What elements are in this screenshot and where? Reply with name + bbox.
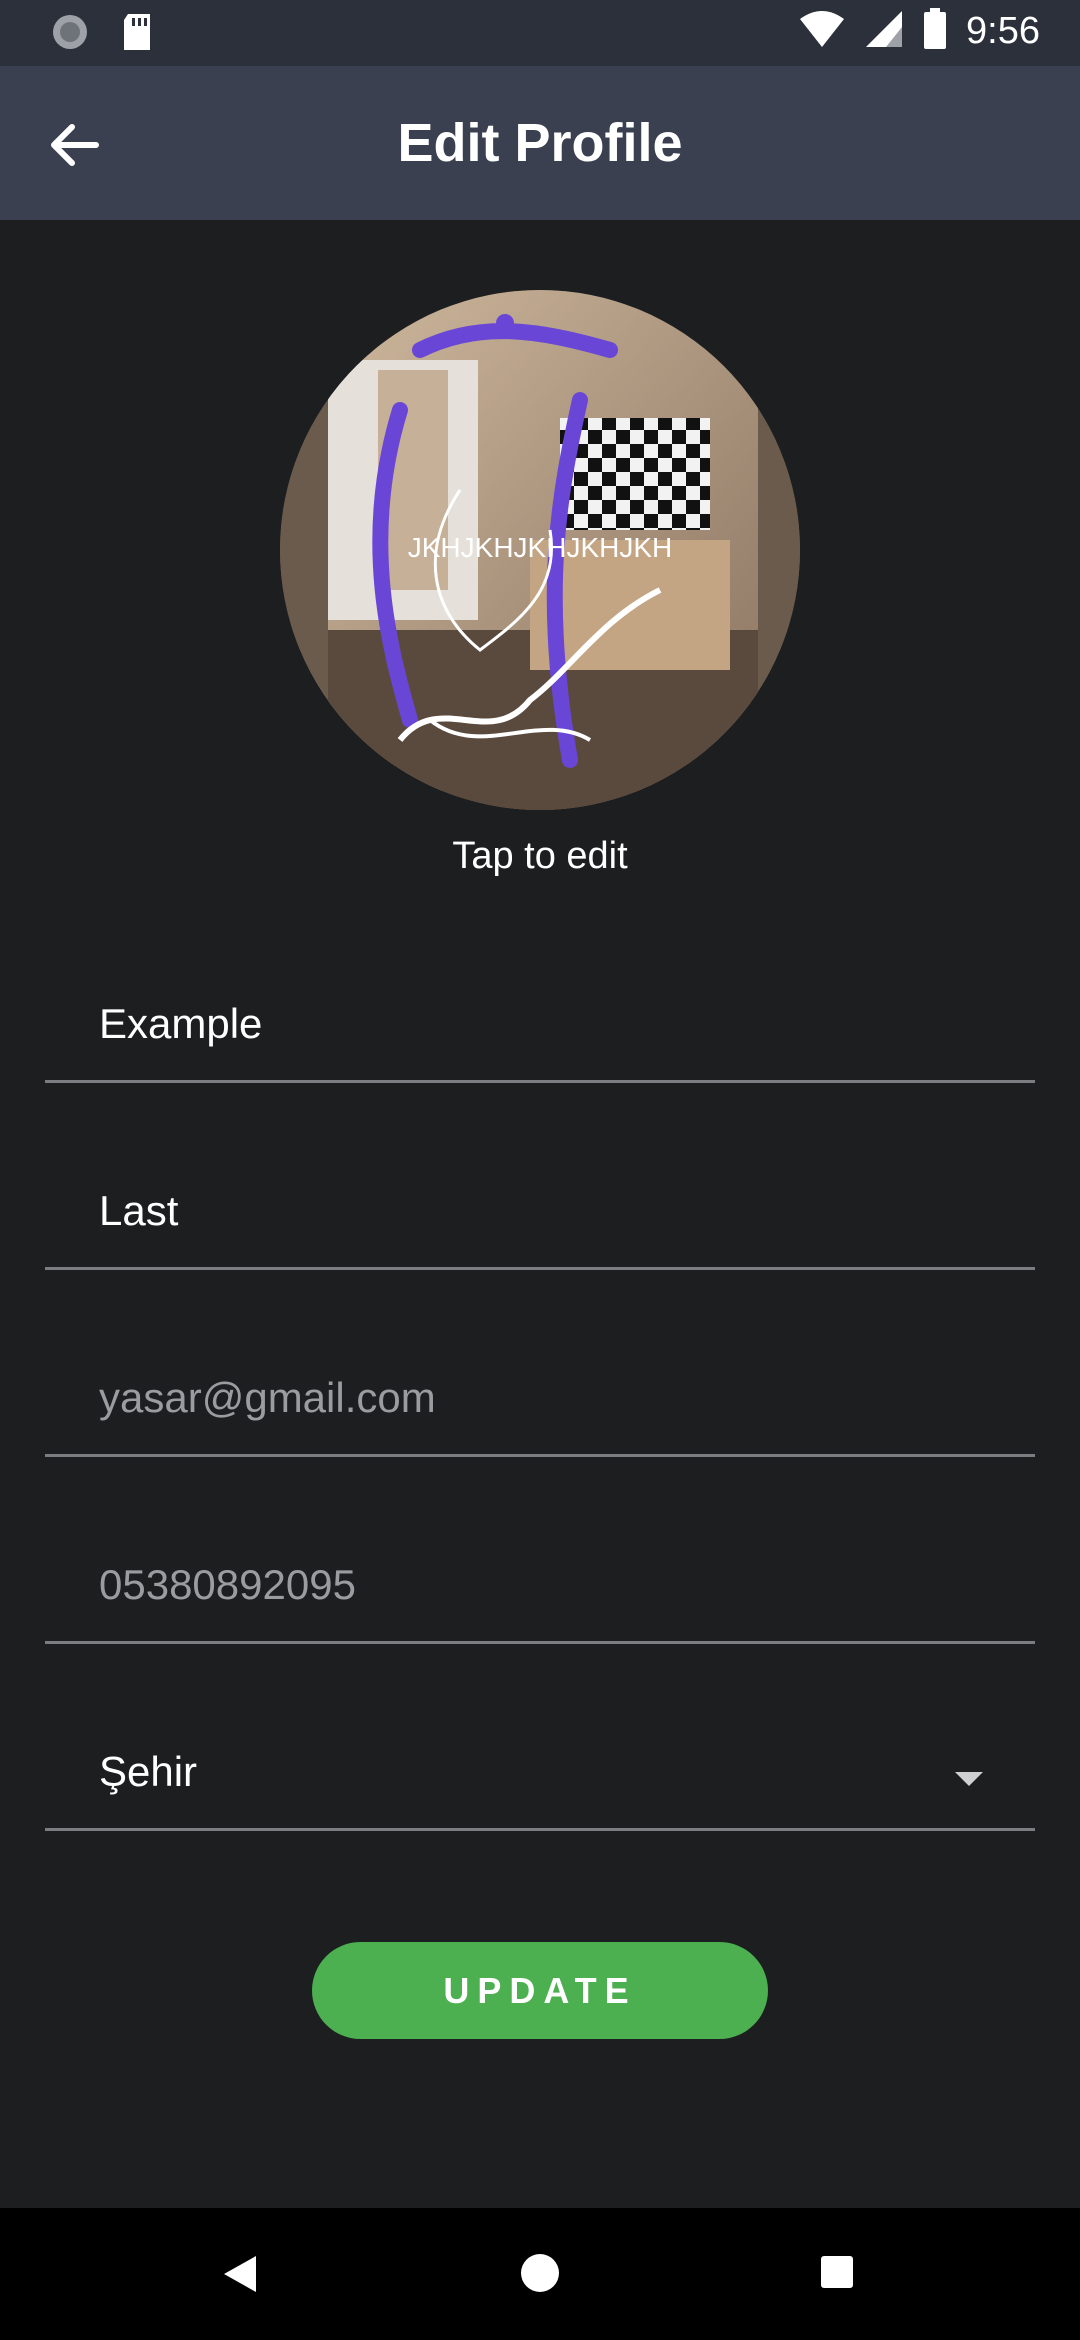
email-value: yasar@gmail.com [99, 1374, 436, 1421]
arrow-left-icon [51, 124, 99, 166]
last-name-value: Last [99, 1187, 179, 1234]
city-value: Şehir [99, 1748, 198, 1795]
app-bar: Edit Profile [0, 66, 1080, 220]
tap-to-edit-label: Tap to edit [452, 835, 628, 877]
battery-icon [922, 8, 948, 55]
nav-recents-icon[interactable] [821, 2256, 853, 2288]
status-time: 9:56 [966, 10, 1040, 52]
navigation-bar [0, 2208, 1080, 2340]
first-name-field[interactable]: Example [45, 984, 1035, 1083]
profile-avatar[interactable]: JKHJKHJKHJKHJKH [280, 290, 800, 810]
signal-icon [864, 9, 904, 54]
sync-icon [50, 12, 90, 57]
status-bar: 9:56 [0, 0, 1080, 66]
nav-home-icon[interactable] [521, 2254, 559, 2292]
page-title: Edit Profile [397, 113, 683, 173]
phone-value: 05380892095 [99, 1561, 356, 1608]
dropdown-arrow-icon [955, 1772, 983, 1786]
sd-card-icon [120, 12, 154, 57]
avatar-overlay-text: JKHJKHJKHJKHJKH [407, 532, 673, 563]
wifi-icon [798, 9, 846, 54]
back-button[interactable] [40, 110, 110, 180]
email-field[interactable]: yasar@gmail.com [45, 1358, 1035, 1457]
phone-field[interactable]: 05380892095 [45, 1545, 1035, 1644]
first-name-value: Example [99, 1000, 263, 1047]
update-button[interactable]: UPDATE [312, 1942, 768, 2039]
last-name-field[interactable]: Last [45, 1171, 1035, 1270]
city-dropdown[interactable]: Şehir [45, 1732, 1035, 1831]
nav-back-icon[interactable] [224, 2256, 256, 2292]
